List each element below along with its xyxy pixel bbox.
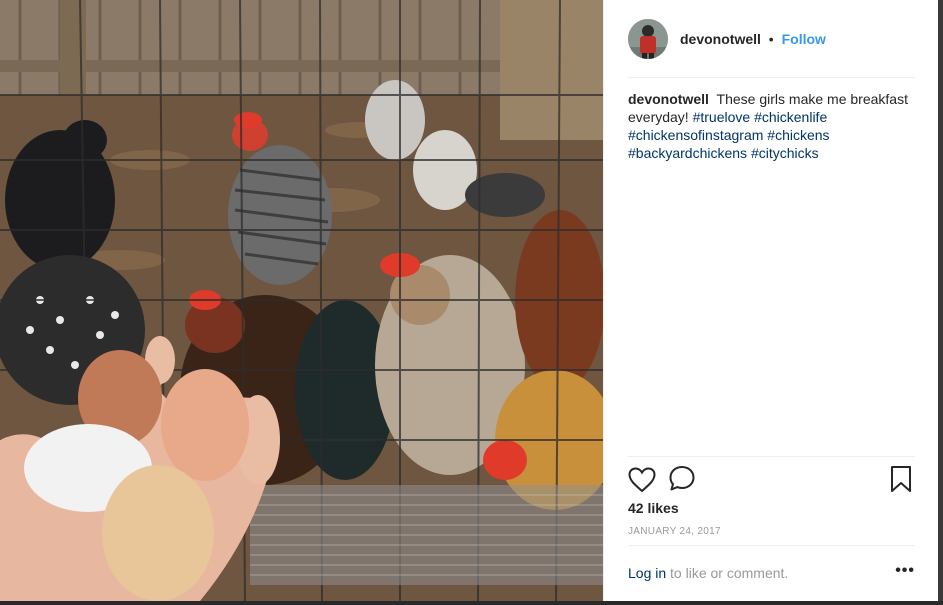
- likes-count[interactable]: 42 likes: [628, 500, 679, 516]
- divider: [628, 545, 915, 546]
- post-header: devonotwell • Follow: [628, 18, 915, 60]
- divider: [628, 77, 915, 78]
- login-prompt-text: to like or comment.: [670, 565, 789, 581]
- speech-bubble-icon: [669, 466, 695, 491]
- page-backdrop-right: [938, 0, 943, 601]
- bookmark-icon: [891, 466, 911, 492]
- post-photo[interactable]: [0, 0, 603, 601]
- header-username-link[interactable]: devonotwell: [680, 31, 761, 47]
- chickens-eggs-image: [0, 0, 603, 601]
- avatar[interactable]: [628, 19, 668, 59]
- hashtag-link[interactable]: #chickenlife: [754, 109, 827, 125]
- login-link[interactable]: Log in: [628, 565, 666, 581]
- hashtag-link[interactable]: #citychicks: [751, 145, 819, 161]
- header-separator: •: [768, 31, 774, 47]
- header-text: devonotwell • Follow: [680, 31, 826, 47]
- divider: [628, 456, 915, 457]
- post-caption: devonotwell These girls make me breakfas…: [628, 90, 917, 162]
- heart-outline-icon: [628, 467, 656, 493]
- hashtag-link[interactable]: #chickens: [767, 127, 829, 143]
- login-prompt: Log in to like or comment. •••: [628, 562, 915, 585]
- avatar-image: [628, 19, 668, 59]
- page-backdrop-bottom: [0, 601, 943, 605]
- follow-button[interactable]: Follow: [782, 31, 826, 47]
- post-date[interactable]: JANUARY 24, 2017: [628, 526, 721, 537]
- comment-button[interactable]: [668, 464, 696, 496]
- ellipsis-icon[interactable]: •••: [895, 562, 915, 580]
- caption-username-link[interactable]: devonotwell: [628, 91, 709, 107]
- like-button[interactable]: [628, 464, 656, 496]
- post-side-panel: devonotwell • Follow devonotwell These g…: [603, 0, 939, 601]
- hashtag-link[interactable]: #truelove: [693, 109, 751, 125]
- hashtag-link[interactable]: #chickensofinstagram: [628, 127, 763, 143]
- hashtag-link[interactable]: #backyardchickens: [628, 145, 747, 161]
- save-button[interactable]: [887, 464, 915, 496]
- action-bar: [628, 464, 915, 496]
